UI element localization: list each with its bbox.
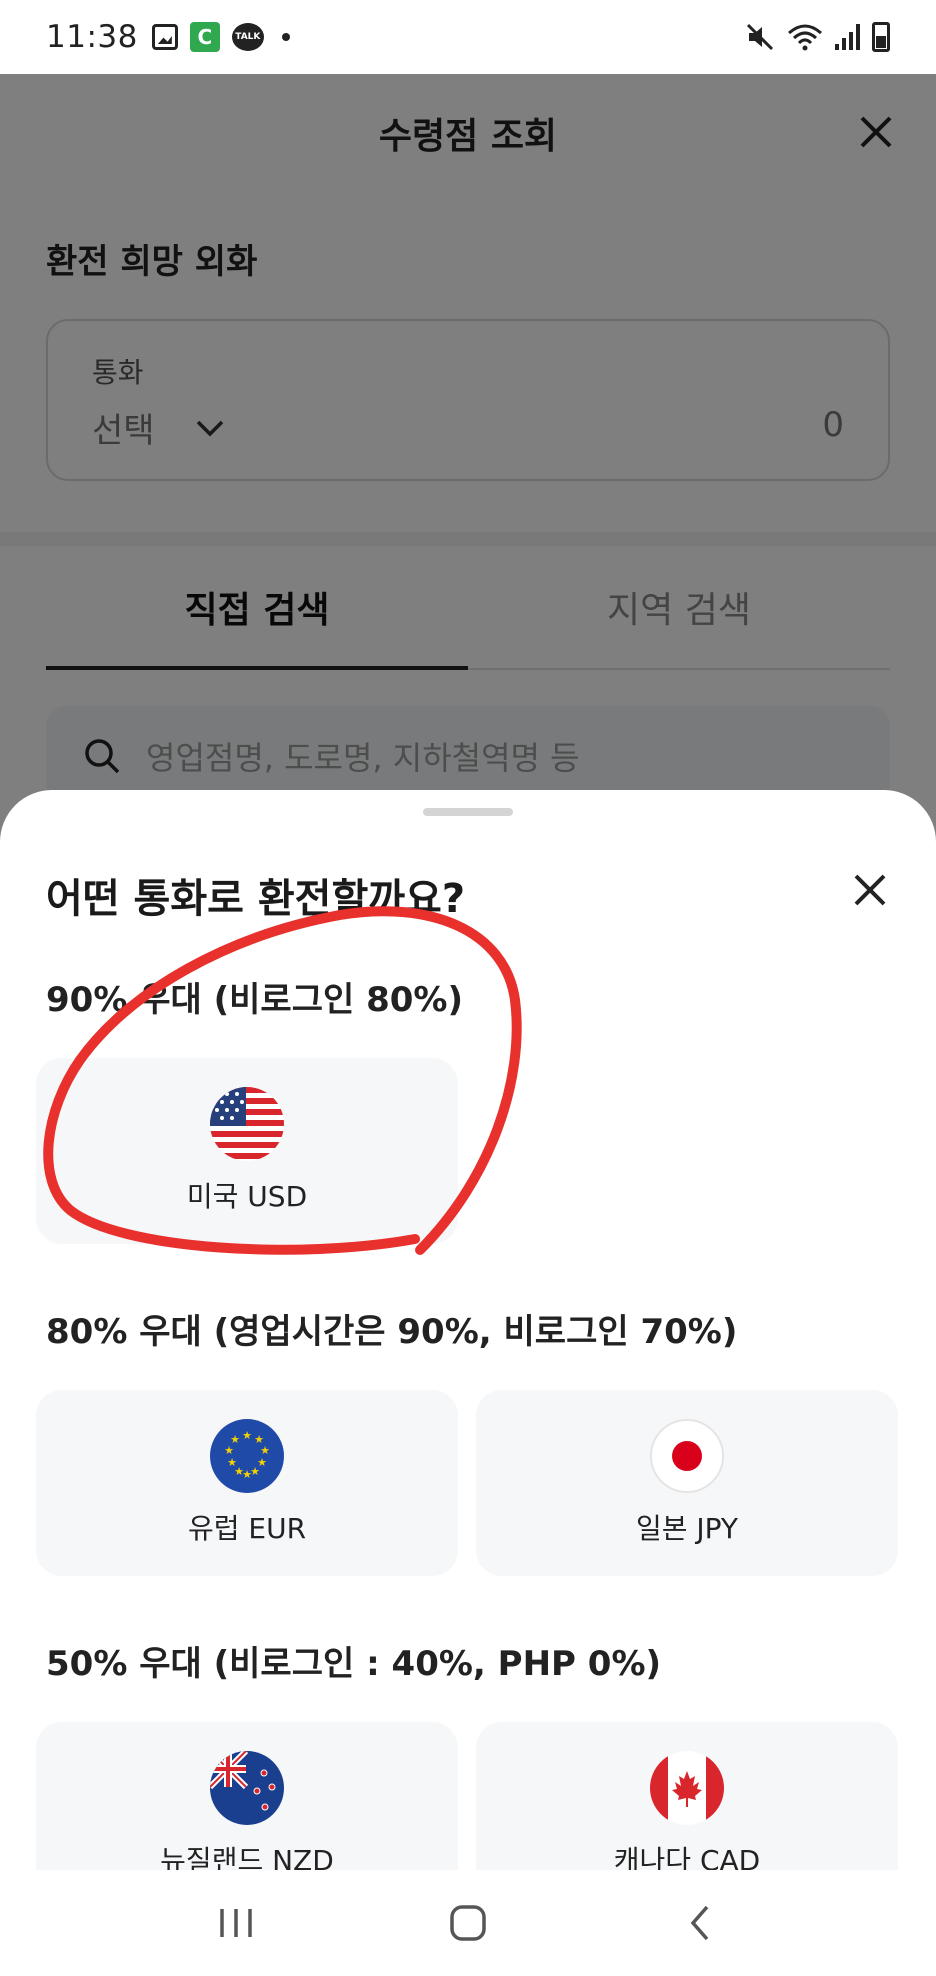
- sheet-close-icon[interactable]: [850, 870, 890, 910]
- system-icons: [745, 22, 890, 52]
- recent-apps-button[interactable]: [206, 1893, 266, 1953]
- sheet-grab-handle[interactable]: [423, 808, 513, 816]
- ca-flag-icon: [650, 1751, 724, 1825]
- nz-flag-icon: [210, 1751, 284, 1825]
- gallery-icon: [151, 24, 178, 50]
- home-button[interactable]: [438, 1893, 498, 1953]
- home-icon: [450, 1905, 486, 1941]
- currency-card-label: 캐나다 CAD: [613, 1844, 761, 1870]
- currency-card-label: 일본 JPY: [635, 1512, 739, 1545]
- group-label-80: 80% 우대 (영업시간은 90%, 비로그인 70%): [46, 1312, 738, 1352]
- eu-flag-icon: ★ ★ ★ ★ ★ ★ ★ ★ ★ ★: [210, 1419, 284, 1493]
- navigation-bar: [0, 1870, 936, 1976]
- currency-card-label: 뉴질랜드 NZD: [160, 1844, 334, 1870]
- wifi-icon: [788, 24, 822, 51]
- currency-card-cad[interactable]: 캐나다 CAD: [476, 1722, 898, 1870]
- group-label-90: 90% 우대 (비로그인 80%): [46, 980, 464, 1020]
- sheet-title: 어떤 통화로 환전할까요?: [46, 876, 466, 922]
- svg-text:★: ★: [242, 1429, 252, 1442]
- currency-card-jpy[interactable]: 일본 JPY: [476, 1390, 898, 1576]
- battery-icon: [872, 22, 890, 52]
- currency-card-label: 미국 USD: [186, 1180, 308, 1213]
- more-notifications-dot-icon: [281, 33, 290, 41]
- svg-text:★: ★: [230, 1433, 240, 1446]
- us-flag-icon: [210, 1087, 284, 1161]
- svg-text:★: ★: [227, 1456, 237, 1469]
- notification-icons: C TALK: [151, 22, 290, 52]
- status-time: 11:38: [46, 19, 138, 55]
- currency-card-label: 유럽 EUR: [187, 1512, 307, 1545]
- group-label-50: 50% 우대 (비로그인 : 40%, PHP 0%): [46, 1644, 662, 1684]
- jp-flag-icon: [650, 1419, 724, 1493]
- status-bar: 11:38 C TALK: [0, 0, 936, 74]
- recent-apps-icon: [220, 1909, 252, 1937]
- back-button[interactable]: [670, 1893, 730, 1953]
- mute-icon: [746, 23, 774, 51]
- c-app-icon: C: [189, 22, 220, 52]
- signal-icon: [835, 24, 860, 50]
- currency-card-nzd[interactable]: 뉴질랜드 NZD: [36, 1722, 458, 1870]
- back-icon: [690, 1905, 709, 1941]
- currency-card-eur[interactable]: ★ ★ ★ ★ ★ ★ ★ ★ ★ ★ 유럽 EUR: [36, 1390, 458, 1576]
- currency-card-usd[interactable]: 미국 USD: [36, 1058, 458, 1244]
- kakaotalk-icon: TALK: [231, 23, 264, 51]
- currency-bottom-sheet: 어떤 통화로 환전할까요? 90% 우대 (비로그인 80%) 미국 USD 8…: [0, 790, 936, 1870]
